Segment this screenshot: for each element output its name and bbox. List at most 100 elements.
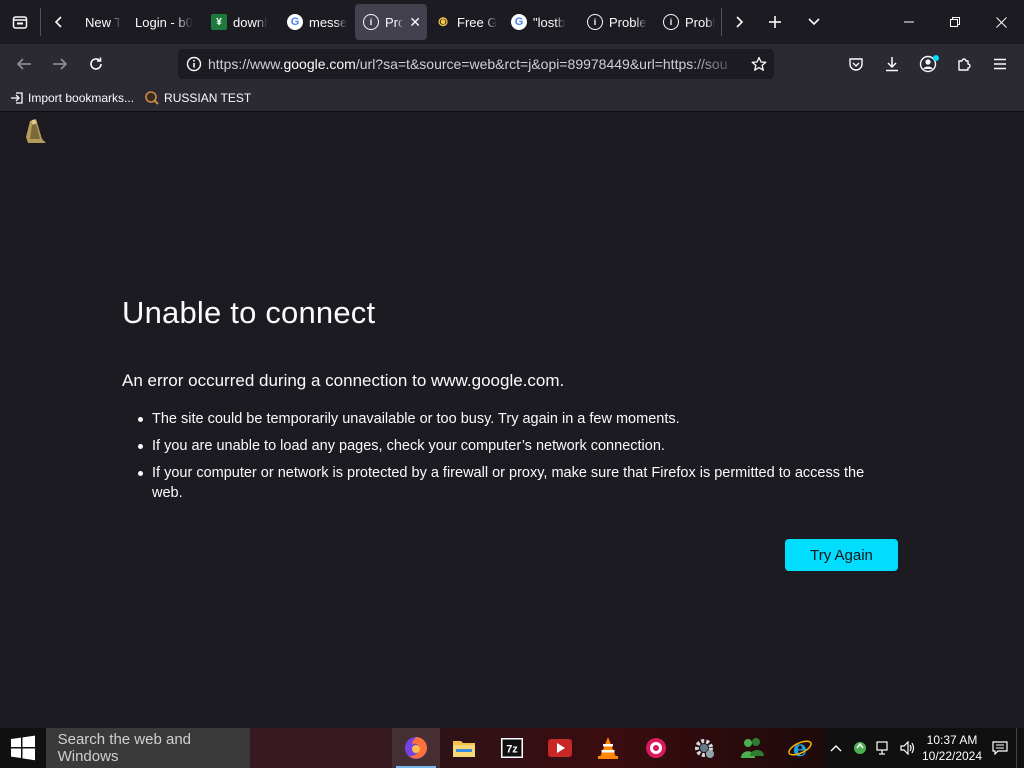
error-title: Unable to connect bbox=[122, 295, 376, 330]
media-player-icon[interactable] bbox=[536, 728, 584, 768]
arrow-right-icon bbox=[53, 58, 68, 70]
network-icon[interactable] bbox=[872, 728, 896, 768]
tab-label: Free G bbox=[457, 14, 497, 30]
svg-text:e: e bbox=[793, 736, 807, 761]
tab-scroll-left-button[interactable] bbox=[41, 0, 77, 44]
list-all-tabs-button[interactable] bbox=[794, 0, 834, 44]
close-window-button[interactable] bbox=[978, 0, 1024, 44]
tab[interactable]: Login - b0 bbox=[127, 4, 203, 40]
bookmark-import[interactable]: Import bookmarks... bbox=[10, 91, 134, 105]
tab[interactable]: New T bbox=[77, 4, 127, 40]
minimize-icon bbox=[904, 21, 914, 23]
page-content: Unable to connect An error occurred duri… bbox=[0, 113, 1024, 728]
arrow-left-icon bbox=[16, 58, 31, 70]
url-path: /url?sa=t&source=web&rct=j&opi=89978449&… bbox=[355, 56, 728, 72]
tab-strip: New T Login - b0 ¥ downl G messe i Pro ✕… bbox=[0, 0, 1024, 44]
google-icon: G bbox=[287, 14, 303, 30]
tab[interactable]: 🞊 Free G bbox=[427, 4, 503, 40]
tab-active[interactable]: i Pro ✕ bbox=[355, 4, 427, 40]
app-icon[interactable] bbox=[632, 728, 680, 768]
url-domain: google.com bbox=[283, 56, 356, 72]
pocket-icon bbox=[849, 58, 863, 71]
download-icon bbox=[886, 57, 898, 72]
toolbar-right bbox=[838, 44, 1024, 84]
vlc-icon[interactable] bbox=[584, 728, 632, 768]
taskbar-gap bbox=[249, 728, 392, 768]
site-info-button[interactable] bbox=[180, 56, 208, 72]
star-icon bbox=[751, 56, 767, 71]
url-text[interactable]: https://www.google.com/url?sa=t&source=w… bbox=[208, 56, 744, 72]
tab[interactable]: G messe bbox=[279, 4, 355, 40]
green-arrow-icon: ¥ bbox=[211, 14, 227, 30]
minimize-button[interactable] bbox=[886, 0, 932, 44]
pocket-button[interactable] bbox=[838, 48, 874, 80]
taskbar: Search the web and Windows 7z e 10:37 AM… bbox=[0, 728, 1024, 768]
7zip-icon[interactable]: 7z bbox=[488, 728, 536, 768]
tab-scroll-right-button[interactable] bbox=[722, 0, 756, 44]
restore-button[interactable] bbox=[932, 0, 978, 44]
volume-icon[interactable] bbox=[896, 728, 920, 768]
new-tab-button[interactable] bbox=[756, 0, 794, 44]
firefox-view-button[interactable] bbox=[0, 0, 40, 44]
internet-explorer-icon[interactable]: e bbox=[776, 728, 824, 768]
app-menu-button[interactable] bbox=[982, 48, 1018, 80]
url-bar[interactable]: https://www.google.com/url?sa=t&source=w… bbox=[178, 49, 774, 79]
clock[interactable]: 10:37 AM 10/22/2024 bbox=[920, 732, 984, 764]
restore-icon bbox=[950, 17, 960, 27]
taskbar-apps: 7z e bbox=[392, 728, 824, 768]
tab-label: Proble bbox=[609, 14, 647, 30]
tab-label: New T bbox=[85, 14, 121, 30]
chevron-left-icon bbox=[54, 16, 62, 28]
start-button[interactable] bbox=[0, 728, 46, 768]
notification-icon bbox=[992, 741, 1008, 755]
firefox-icon[interactable] bbox=[392, 728, 440, 768]
clock-date: 10/22/2024 bbox=[921, 749, 983, 763]
clock-time: 10:37 AM bbox=[926, 733, 978, 747]
search-placeholder: Search the web and Windows bbox=[57, 731, 192, 765]
plus-icon bbox=[769, 16, 781, 28]
try-again-button[interactable]: Try Again bbox=[785, 539, 898, 571]
system-tray: 10:37 AM 10/22/2024 bbox=[824, 728, 1024, 768]
tab[interactable]: i Proble bbox=[579, 4, 655, 40]
reload-button[interactable] bbox=[78, 48, 114, 80]
list-item: The site could be temporarily unavailabl… bbox=[138, 409, 898, 429]
show-desktop-button[interactable] bbox=[1016, 728, 1024, 768]
tab-label: downl bbox=[233, 14, 267, 30]
firefox-view-icon bbox=[12, 16, 28, 29]
messenger-icon[interactable] bbox=[728, 728, 776, 768]
recycle-icon[interactable] bbox=[848, 728, 872, 768]
info-icon: i bbox=[587, 14, 603, 30]
windows-icon bbox=[10, 735, 35, 761]
tab[interactable]: i Proble bbox=[655, 4, 721, 40]
action-center-button[interactable] bbox=[984, 728, 1016, 768]
info-icon: i bbox=[363, 14, 379, 30]
puzzle-icon bbox=[958, 58, 971, 71]
extensions-button[interactable] bbox=[946, 48, 982, 80]
chevron-up-icon[interactable] bbox=[824, 728, 848, 768]
error-suggestions: The site could be temporarily unavailabl… bbox=[138, 409, 898, 510]
settings-icon[interactable] bbox=[680, 728, 728, 768]
file-explorer-icon[interactable] bbox=[440, 728, 488, 768]
hamburger-menu-icon bbox=[994, 58, 1006, 70]
game-icon: 🞊 bbox=[438, 14, 448, 29]
bookmark-star-button[interactable] bbox=[744, 56, 774, 72]
back-button[interactable] bbox=[6, 48, 42, 80]
reload-icon bbox=[90, 57, 102, 70]
info-icon: i bbox=[663, 14, 679, 30]
taskbar-search[interactable]: Search the web and Windows bbox=[45, 728, 250, 768]
bookmarks-toolbar: Import bookmarks... RUSSIAN TEST bbox=[0, 84, 1024, 112]
notification-dot bbox=[933, 55, 939, 61]
tab[interactable]: ¥ downl bbox=[203, 4, 279, 40]
forward-button[interactable] bbox=[42, 48, 78, 80]
tab-label: Proble bbox=[685, 14, 715, 30]
list-item: If your computer or network is protected… bbox=[138, 463, 898, 503]
chevron-right-icon bbox=[736, 16, 744, 28]
downloads-button[interactable] bbox=[874, 48, 910, 80]
google-icon: G bbox=[511, 14, 527, 30]
bookmark-label: Import bookmarks... bbox=[28, 90, 135, 105]
close-icon[interactable]: ✕ bbox=[409, 14, 421, 31]
account-button[interactable] bbox=[910, 48, 946, 80]
tab-label: "lostb bbox=[533, 14, 566, 30]
bookmark-russian-test[interactable]: RUSSIAN TEST bbox=[144, 90, 251, 106]
tab[interactable]: G "lostb bbox=[503, 4, 579, 40]
